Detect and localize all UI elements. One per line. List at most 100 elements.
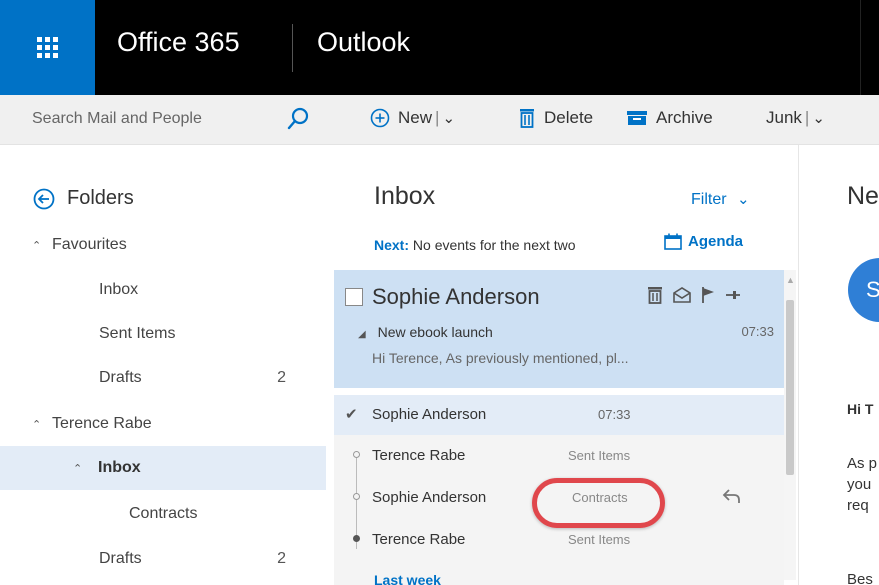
- archive-button[interactable]: Archive: [626, 108, 713, 128]
- delete-button-label: Delete: [544, 108, 594, 127]
- thread-row-sender: Sophie Anderson: [372, 489, 487, 506]
- collapse-caret-icon[interactable]: ⌃: [32, 418, 42, 431]
- app-title[interactable]: Outlook: [317, 27, 410, 58]
- favourites-item-drafts[interactable]: Drafts 2: [0, 356, 326, 400]
- checkmark-icon: ✔: [345, 406, 358, 423]
- search-box[interactable]: Search Mail and People: [0, 95, 326, 145]
- avatar[interactable]: S: [848, 258, 879, 322]
- collapse-caret-icon[interactable]: ⌃: [32, 239, 42, 252]
- folder-label: Drafts: [99, 550, 142, 567]
- next-event-text: No events for the next two: [412, 237, 576, 253]
- favourites-label: Favourites: [52, 236, 127, 253]
- next-event-line: Next: No events for the next two: [374, 237, 576, 253]
- top-bar: Office 365 Outlook: [0, 0, 879, 95]
- scrollbar-thumb[interactable]: [786, 300, 794, 475]
- scroll-up-arrow-icon[interactable]: ▲: [786, 275, 795, 285]
- message-sender: Sophie Anderson: [372, 284, 540, 309]
- thread-row-sender: Terence Rabe: [372, 447, 466, 464]
- separator: |: [435, 108, 440, 127]
- chevron-down-icon: ⌄: [737, 191, 750, 208]
- top-bar-divider: [292, 24, 293, 72]
- favourites-item-sent-items[interactable]: Sent Items: [0, 312, 326, 356]
- top-bar-edge: [860, 0, 861, 95]
- filter-label: Filter: [691, 191, 727, 208]
- message-body-line: Bes: [847, 571, 873, 585]
- archive-button-label: Archive: [656, 108, 713, 127]
- plus-circle-icon: [370, 108, 390, 128]
- app-launcher-icon: [37, 37, 58, 58]
- agenda-button[interactable]: Agenda: [664, 233, 743, 250]
- message-time: 07:33: [741, 324, 774, 339]
- filter-button[interactable]: Filter ⌄: [691, 190, 750, 209]
- calendar-icon: [664, 233, 682, 250]
- section-header: Last week: [374, 572, 441, 585]
- unread-count: 2: [277, 550, 286, 567]
- selected-message-item[interactable]: Sophie Anderson ◢ New ebook launch 07:33…: [334, 270, 784, 388]
- app-launcher-button[interactable]: [0, 0, 95, 95]
- reply-icon[interactable]: [722, 487, 742, 505]
- message-preview: Hi Terence, As previously mentioned, pl.…: [372, 350, 629, 366]
- thread-header-row[interactable]: ✔ Sophie Anderson 07:33: [334, 395, 784, 435]
- message-list: Inbox Filter ⌄ Next: No events for the n…: [326, 145, 799, 585]
- folder-label: Contracts: [129, 505, 198, 522]
- search-icon[interactable]: [287, 107, 309, 131]
- chevron-down-icon[interactable]: ⌄: [812, 109, 825, 127]
- folder-label: Sent Items: [99, 325, 176, 342]
- message-quick-actions: [647, 286, 741, 304]
- junk-button[interactable]: Junk | ⌄: [766, 108, 825, 128]
- junk-button-label: Junk: [766, 108, 802, 127]
- chevron-down-icon[interactable]: ⌄: [442, 109, 455, 127]
- reading-pane: Ne S Hi T As p you req Bes: [800, 145, 879, 585]
- thread-row-sender: Terence Rabe: [372, 531, 466, 548]
- message-body-line: As p: [847, 455, 878, 472]
- trash-icon[interactable]: [647, 286, 663, 304]
- folders-header[interactable]: Folders: [33, 187, 134, 210]
- new-button-label: New: [398, 108, 433, 127]
- folder-label: Inbox: [99, 281, 139, 298]
- agenda-label: Agenda: [688, 233, 744, 250]
- folders-title: Folders: [67, 187, 134, 209]
- trash-icon: [520, 109, 534, 128]
- select-checkbox[interactable]: [345, 288, 363, 306]
- collapse-thread-icon[interactable]: ◢: [358, 329, 366, 340]
- back-arrow-icon[interactable]: [33, 188, 55, 210]
- contracts-highlight-annotation: [532, 478, 665, 528]
- folder-pane: Folders ⌃ Favourites Inbox Sent Items Dr…: [0, 145, 326, 585]
- favourites-group[interactable]: ⌃ Favourites: [32, 236, 127, 254]
- unread-count: 2: [277, 369, 286, 386]
- message-subject-row: ◢ New ebook launch: [358, 324, 493, 340]
- separator: |: [804, 108, 810, 127]
- pin-icon[interactable]: [725, 286, 741, 304]
- thread-row[interactable]: Terence Rabe Sent Items: [334, 435, 784, 475]
- folder-label: Inbox: [98, 459, 141, 476]
- account-label: Terence Rabe: [52, 415, 152, 432]
- next-label: Next:: [374, 237, 410, 253]
- message-body-line: you: [847, 476, 872, 493]
- delete-button[interactable]: Delete: [518, 108, 593, 128]
- thread-dot: [353, 535, 360, 542]
- account-item-contracts[interactable]: Contracts: [0, 492, 326, 536]
- account-group[interactable]: ⌃ Terence Rabe: [32, 415, 152, 433]
- thread-dot: [353, 493, 360, 500]
- search-input[interactable]: Search Mail and People: [32, 110, 202, 128]
- thread-row-folder: Sent Items: [568, 448, 631, 463]
- reading-title: Ne: [847, 182, 879, 210]
- favourites-item-inbox[interactable]: Inbox: [0, 268, 326, 312]
- collapse-caret-icon[interactable]: ⌃: [73, 462, 83, 475]
- mark-read-icon[interactable]: [673, 286, 691, 304]
- flag-icon[interactable]: [701, 286, 715, 304]
- brand-title[interactable]: Office 365: [117, 27, 240, 58]
- thread-row-folder: Sent Items: [568, 532, 631, 547]
- command-toolbar: New | ⌄ Delete Archive Junk | ⌄: [326, 95, 879, 145]
- account-item-drafts[interactable]: Drafts 2: [0, 537, 326, 581]
- folder-label: Drafts: [99, 369, 142, 386]
- archive-icon: [627, 111, 647, 125]
- account-item-inbox[interactable]: ⌃ Inbox: [0, 446, 326, 490]
- list-scrollbar[interactable]: ▲: [784, 270, 796, 580]
- list-title: Inbox: [374, 182, 436, 210]
- message-body-line: req: [847, 497, 869, 514]
- message-subject: New ebook launch: [377, 324, 493, 340]
- new-button[interactable]: New | ⌄: [370, 108, 455, 128]
- message-greeting: Hi T: [847, 401, 874, 417]
- thread-sender: Sophie Anderson: [372, 406, 487, 423]
